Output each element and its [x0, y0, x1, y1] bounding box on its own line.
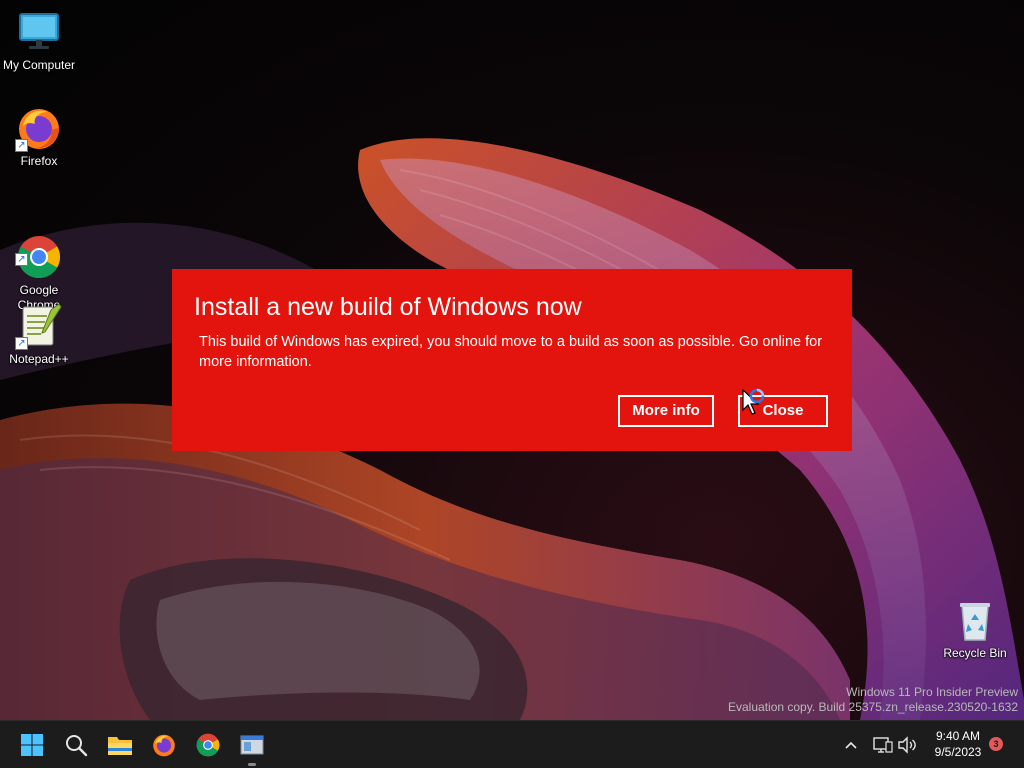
clock-date: 9/5/2023 [934, 745, 982, 759]
desktop: My Computer ↗ Firefox ↗ Google Chrome ↗ … [0, 0, 1024, 720]
dialog-title: Install a new build of Windows now [194, 293, 582, 321]
chrome-icon [196, 733, 220, 757]
desktop-icon-firefox[interactable]: ↗ Firefox [1, 104, 77, 169]
watermark-line-2: Evaluation copy. Build 25375.zn_release.… [728, 700, 1018, 714]
taskbar-chrome-button[interactable] [191, 728, 225, 762]
watermark-line-1: Windows 11 Pro Insider Preview [846, 685, 1018, 699]
firefox-icon [153, 734, 175, 757]
clock-time: 9:40 AM [935, 729, 981, 743]
desktop-icon-google-chrome[interactable]: ↗ Google Chrome [1, 203, 77, 313]
file-explorer-icon [108, 737, 132, 755]
recycle-bin-icon [951, 596, 999, 644]
desktop-icon-my-computer[interactable]: My Computer [1, 8, 77, 73]
more-info-button[interactable]: More info [618, 395, 714, 427]
desktop-icon-label: Notepad++ [9, 352, 69, 366]
app-window-icon [240, 735, 264, 755]
desktop-icon-label: Firefox [20, 154, 58, 168]
expired-build-dialog: Install a new build of Windows now This … [172, 269, 852, 451]
start-icon [21, 734, 43, 756]
monitor-icon [15, 8, 63, 56]
firefox-icon: ↗ [15, 104, 63, 152]
notification-badge[interactable]: 3 [989, 737, 1003, 751]
network-icon [873, 737, 893, 753]
taskbar-firefox-button[interactable] [147, 728, 181, 762]
chevron-up-icon [845, 741, 857, 749]
desktop-icon-notepad-plus-plus[interactable]: ↗ Notepad++ [1, 302, 77, 367]
taskbar-app-window-button[interactable] [235, 728, 269, 766]
dialog-message: This build of Windows has expired, you s… [199, 334, 823, 370]
mouse-pointer-icon [742, 388, 765, 415]
chrome-icon: ↗ [15, 218, 63, 279]
taskbar: 9:40 AM 9/5/2023 3 [0, 720, 1024, 768]
desktop-icon-recycle-bin[interactable]: Recycle Bin [937, 596, 1013, 661]
search-button[interactable] [59, 728, 93, 762]
search-icon [66, 735, 88, 757]
speaker-icon [898, 736, 916, 754]
shortcut-arrow-icon: ↗ [15, 139, 28, 152]
volume-button[interactable] [896, 734, 918, 756]
shortcut-arrow-icon: ↗ [15, 337, 28, 350]
network-button[interactable] [872, 734, 894, 756]
evaluation-watermark: Windows 11 Pro Insider Preview Evaluatio… [728, 685, 1018, 715]
desktop-icon-label: Recycle Bin [943, 646, 1007, 660]
running-indicator [248, 763, 256, 766]
show-hidden-icons-button[interactable] [840, 734, 862, 756]
clock[interactable]: 9:40 AM 9/5/2023 [922, 728, 994, 760]
start-button[interactable] [15, 728, 49, 762]
shortcut-arrow-icon: ↗ [15, 253, 28, 266]
notepad-plus-plus-icon: ↗ [15, 302, 63, 350]
desktop-icon-label: My Computer [2, 58, 76, 72]
file-explorer-button[interactable] [103, 728, 137, 762]
